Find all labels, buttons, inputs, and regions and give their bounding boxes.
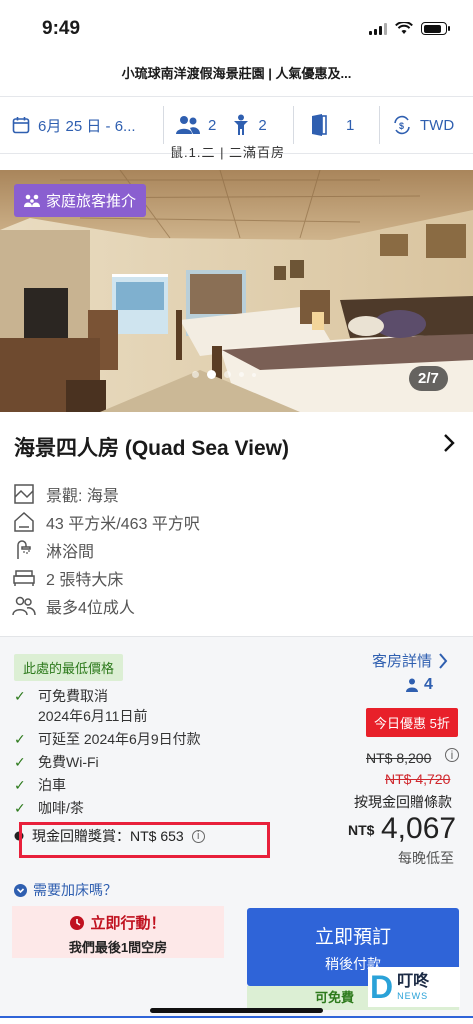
price-currency: NT$ — [348, 822, 375, 838]
book-now-label: 立即預訂 — [314, 927, 391, 948]
rooms-filter[interactable]: 1 — [294, 106, 380, 144]
final-price: 4,067 — [381, 812, 457, 845]
chevron-right-icon — [439, 652, 448, 669]
status-bar: 9:49 — [0, 0, 473, 56]
family-recommend-label: 家庭旅客推介 — [46, 193, 137, 210]
chevron-right-icon[interactable] — [442, 433, 456, 459]
news-watermark-logo: D 叮咚 NEWS — [368, 967, 460, 1007]
benefit-sublabel: 2024年6月11日前 — [38, 708, 148, 724]
feature-size: 43 平方米/463 平方呎 — [12, 508, 200, 536]
rooms-count: 1 — [346, 116, 355, 134]
benefit-label: 免費Wi-Fi — [38, 754, 99, 770]
lowest-price-tag: 此處的最低價格 — [14, 654, 124, 681]
currency-label: TWD — [420, 116, 455, 134]
feature-size-label: 43 平方米/463 平方呎 — [46, 516, 200, 533]
date-filter[interactable]: 6月 25 日 - 6... — [0, 106, 164, 144]
check-icon: ✓ — [14, 777, 26, 793]
guests-icon — [12, 596, 36, 616]
check-icon: ✓ — [14, 731, 26, 747]
status-icons — [369, 22, 450, 35]
home-indicator[interactable] — [150, 1008, 323, 1013]
urgency-subtitle: 我們最後1間空房 — [68, 940, 168, 955]
page-title: 小琉球南洋渡假海景莊園 | 人氣優惠及... — [121, 66, 352, 81]
person-icon — [406, 678, 418, 692]
extra-bed-label: 需要加床嗎？ — [33, 882, 117, 898]
room-size-icon — [14, 511, 34, 532]
logo-letter: D — [370, 969, 394, 1005]
benefit-item: ✓ 可免費取消 2024年6月11日前 — [14, 686, 201, 726]
date-filter-label: 6月 25 日 - 6... — [38, 117, 136, 135]
family-recommend-badge: 家庭旅客推介 — [14, 184, 147, 217]
rate-benefits-list: ✓ 可免費取消 2024年6月11日前 ✓ 可延至 2024年6月9日付款 ✓ 免… — [14, 686, 201, 821]
benefit-item: ✓ 可延至 2024年6月9日付款 — [14, 729, 201, 749]
feature-capacity: 最多4位成人 — [12, 592, 200, 620]
currency-filter[interactable]: $ TWD — [380, 106, 473, 144]
scrolled-section-text: 鼠.1.二 | 二滿百房 — [170, 145, 286, 160]
carousel-dot[interactable] — [252, 372, 256, 377]
signal-icon — [369, 22, 387, 35]
occupancy-info: 4 — [406, 676, 433, 694]
feature-beds-label: 2 張特大床 — [46, 572, 124, 589]
page-title-bar: 小琉球南洋渡假海景莊園 | 人氣優惠及... — [0, 56, 473, 96]
photo-counter: 2/7 — [409, 366, 448, 391]
feature-view: 景觀: 海景 — [12, 480, 200, 508]
chevron-down-circle-icon — [14, 883, 27, 897]
check-icon: ✓ — [14, 688, 26, 704]
adults-icon — [176, 116, 200, 134]
calendar-icon — [12, 117, 30, 134]
occupancy-count: 4 — [424, 676, 433, 693]
shower-icon — [17, 540, 31, 559]
carousel-dot[interactable] — [192, 371, 199, 378]
benefit-label: 咖啡/茶 — [38, 800, 84, 816]
carousel-dot[interactable] — [239, 372, 244, 377]
feature-capacity-label: 最多4位成人 — [46, 600, 135, 617]
child-icon — [234, 114, 249, 135]
bed-icon — [13, 570, 35, 586]
benefit-item: ✓ 泊車 — [14, 775, 201, 795]
guests-filter[interactable]: 2 2 — [164, 106, 294, 144]
battery-icon — [421, 22, 450, 35]
annotation-highlight-box — [19, 822, 270, 858]
benefit-label: 可免費取消 — [38, 688, 108, 704]
info-icon[interactable]: i — [445, 748, 459, 762]
benefit-label: 可延至 2024年6月9日付款 — [38, 731, 201, 747]
clock-icon — [70, 915, 85, 930]
logo-name: 叮咚 — [397, 973, 430, 990]
check-icon: ✓ — [14, 800, 26, 816]
room-features-list: 景觀: 海景 43 平方米/463 平方呎 淋浴間 2 張特大床 最多4位成人 — [12, 480, 200, 620]
room-details-link[interactable]: 客房詳情 — [372, 650, 448, 671]
adults-count: 2 — [208, 116, 217, 134]
original-price: NT$ 8,200 — [366, 750, 432, 766]
carousel-dot-active[interactable] — [207, 370, 216, 379]
family-icon — [24, 194, 40, 207]
bottom-edge — [0, 1016, 473, 1024]
door-icon — [312, 114, 327, 136]
per-night-label: 每晚低至 — [398, 850, 454, 866]
currency-exchange-icon: $ — [394, 115, 410, 135]
benefit-label: 泊車 — [38, 777, 66, 793]
cashback-terms-note: 按現金回贈條款 — [354, 794, 452, 810]
logo-tagline: NEWS — [397, 991, 429, 1001]
svg-text:$: $ — [399, 121, 404, 131]
room-title[interactable]: 海景四人房 (Quad Sea View) — [14, 432, 289, 462]
room-details-label: 客房詳情 — [372, 653, 433, 670]
extra-bed-toggle[interactable]: 需要加床嗎？ — [14, 880, 117, 900]
feature-view-label: 景觀: 海景 — [46, 488, 119, 505]
children-count: 2 — [258, 116, 267, 134]
urgency-title: 立即行動！ — [90, 915, 166, 932]
status-time: 9:49 — [42, 18, 81, 39]
check-icon: ✓ — [14, 754, 26, 770]
discounted-price: NT$ 4,720 — [385, 771, 451, 787]
view-icon — [14, 484, 34, 504]
today-deal-badge: 今日優惠 5折 — [366, 708, 458, 737]
carousel-dot[interactable] — [224, 371, 231, 378]
feature-bathroom: 淋浴間 — [12, 536, 200, 564]
feature-beds: 2 張特大床 — [12, 564, 200, 592]
benefit-item: ✓ 免費Wi-Fi — [14, 752, 201, 772]
urgency-banner: 立即行動！ 我們最後1間空房 — [12, 906, 224, 958]
benefit-item: ✓ 咖啡/茶 — [14, 798, 201, 818]
feature-bathroom-label: 淋浴間 — [46, 544, 95, 561]
wifi-icon — [395, 22, 413, 34]
carousel-dots[interactable] — [192, 370, 256, 379]
